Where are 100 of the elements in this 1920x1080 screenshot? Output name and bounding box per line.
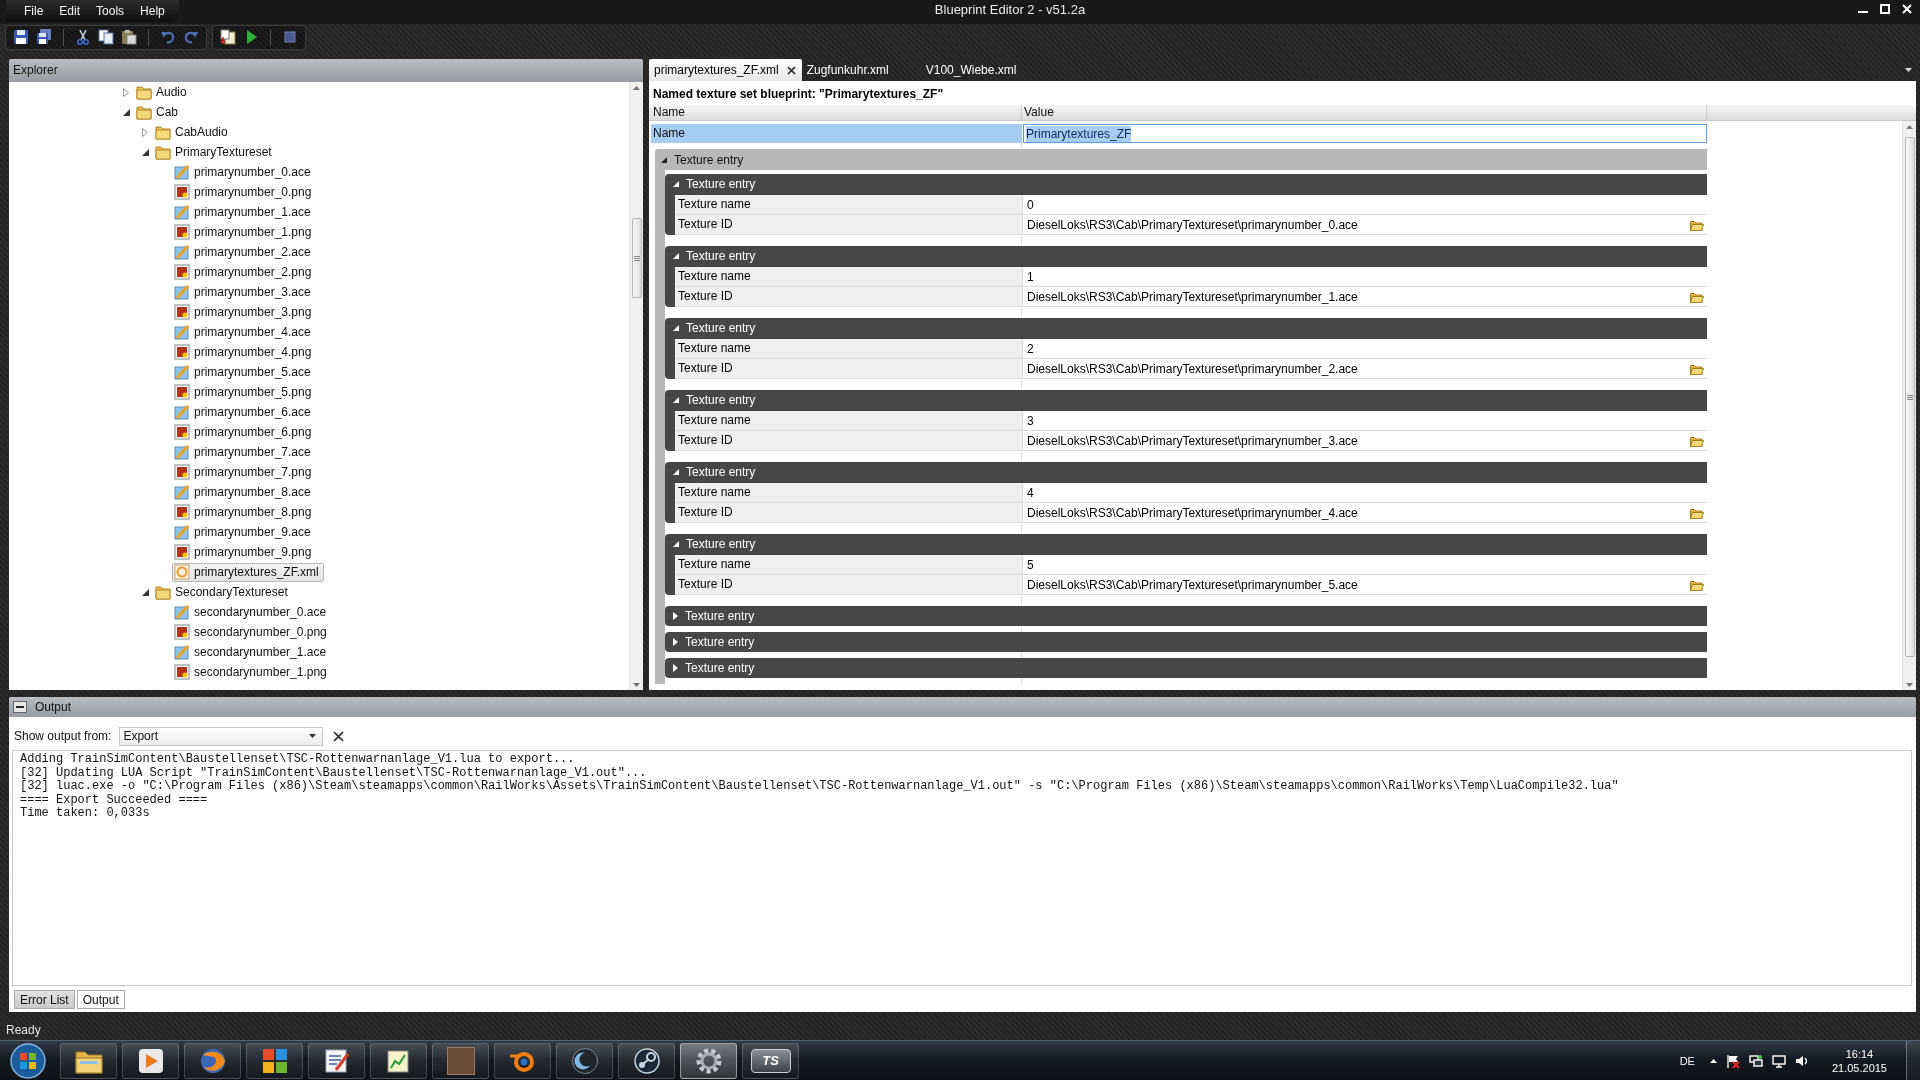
taskbar-app[interactable]: [122, 1042, 179, 1079]
tree-item[interactable]: primarynumber_5.ace: [172, 362, 316, 382]
tree-item[interactable]: secondarynumber_1.png: [172, 662, 332, 682]
tree-item[interactable]: primarynumber_3.ace: [172, 282, 316, 302]
taskbar-app[interactable]: [308, 1042, 365, 1079]
tree-item[interactable]: primarynumber_9.ace: [172, 522, 316, 542]
scroll-up-icon[interactable]: [633, 86, 640, 90]
taskbar-app[interactable]: TS: [742, 1042, 799, 1079]
folder-open-icon[interactable]: [1690, 290, 1704, 303]
copy-icon[interactable]: [98, 29, 114, 45]
tree-item[interactable]: primarytextures_ZF.xml: [172, 562, 324, 582]
tree-item[interactable]: Audio: [134, 82, 192, 102]
folder-open-icon[interactable]: [1690, 506, 1704, 519]
show-desktop-button[interactable]: [1906, 1040, 1920, 1080]
collapsed-arrow-icon[interactable]: [673, 638, 678, 646]
monitor-icon[interactable]: [1771, 1053, 1786, 1068]
clear-icon[interactable]: [333, 730, 345, 742]
network-icon[interactable]: [1748, 1053, 1763, 1068]
taskbar-app[interactable]: [60, 1042, 117, 1079]
tree-item[interactable]: primarynumber_6.png: [172, 422, 317, 442]
expanded-arrow-icon[interactable]: [141, 148, 149, 156]
tree-item[interactable]: CabAudio: [153, 122, 233, 142]
taskbar-app[interactable]: [680, 1042, 737, 1079]
export-document-icon[interactable]: [220, 29, 236, 45]
taskbar-app[interactable]: [494, 1042, 551, 1079]
taskbar-app[interactable]: [370, 1042, 427, 1079]
tree-item[interactable]: primarynumber_2.png: [172, 262, 317, 282]
menu-item[interactable]: File: [16, 0, 52, 22]
menu-item[interactable]: Help: [132, 0, 173, 22]
collapsed-arrow-icon[interactable]: [673, 664, 678, 672]
expanded-arrow-icon[interactable]: [673, 325, 679, 331]
undo-icon[interactable]: [160, 29, 176, 45]
document-tab[interactable]: Zugfunkuhr.xml: [801, 59, 921, 81]
stop-icon[interactable]: [282, 29, 298, 45]
expanded-arrow-icon[interactable]: [673, 253, 679, 259]
menu-item[interactable]: Edit: [51, 0, 89, 22]
document-tab[interactable]: primarytextures_ZF.xml: [649, 59, 802, 81]
maximize-icon[interactable]: [1880, 4, 1890, 14]
column-header[interactable]: Name: [651, 105, 1022, 120]
taskbar-app[interactable]: [618, 1042, 675, 1079]
tree-item[interactable]: primarynumber_6.ace: [172, 402, 316, 422]
tree-item[interactable]: PrimaryTextureset: [153, 142, 277, 162]
expanded-arrow-icon[interactable]: [673, 541, 679, 547]
taskbar-app[interactable]: [556, 1042, 613, 1079]
scissors-icon[interactable]: [75, 29, 91, 45]
minimize-icon[interactable]: [13, 701, 27, 713]
tree-item[interactable]: primarynumber_8.ace: [172, 482, 316, 502]
tree-item[interactable]: primarynumber_1.png: [172, 222, 317, 242]
tree-item[interactable]: primarynumber_7.png: [172, 462, 317, 482]
folder-open-icon[interactable]: [1690, 362, 1704, 375]
scroll-down-icon[interactable]: [633, 683, 640, 687]
tree-item[interactable]: primarynumber_7.ace: [172, 442, 316, 462]
expanded-arrow-icon[interactable]: [673, 397, 679, 403]
speaker-icon[interactable]: [1794, 1053, 1809, 1068]
collapsed-arrow-icon[interactable]: [673, 612, 678, 620]
panel-tab[interactable]: Error List: [14, 990, 75, 1009]
source-dropdown[interactable]: Export: [119, 726, 324, 746]
tree-item[interactable]: primarynumber_3.png: [172, 302, 317, 322]
close-icon[interactable]: [786, 65, 796, 75]
expanded-arrow-icon[interactable]: [673, 469, 679, 475]
save-all-icon[interactable]: [36, 29, 52, 45]
paste-icon[interactable]: [121, 29, 137, 45]
flag-icon[interactable]: [1725, 1053, 1740, 1068]
scrollbar-thumb[interactable]: [631, 218, 642, 298]
clock-date[interactable]: 21.05.2015: [1831, 1060, 1887, 1075]
taskbar-app[interactable]: [246, 1042, 303, 1079]
scroll-up-icon[interactable]: [1906, 125, 1913, 129]
panel-tab[interactable]: Output: [76, 990, 125, 1009]
expanded-arrow-icon[interactable]: [141, 588, 149, 596]
tree-item[interactable]: primarynumber_1.ace: [172, 202, 316, 222]
tree-item[interactable]: secondarynumber_0.ace: [172, 602, 332, 622]
caret-down-icon[interactable]: [1905, 68, 1912, 72]
tree-item[interactable]: primarynumber_5.png: [172, 382, 317, 402]
redo-icon[interactable]: [183, 29, 199, 45]
caret-up-icon[interactable]: [1709, 1058, 1717, 1063]
scrollbar-thumb[interactable]: [1904, 137, 1915, 657]
scroll-down-icon[interactable]: [1906, 683, 1913, 687]
expanded-arrow-icon[interactable]: [122, 108, 130, 116]
tree-item[interactable]: primarynumber_0.png: [172, 182, 317, 202]
tree-item[interactable]: primarynumber_2.ace: [172, 242, 316, 262]
expanded-arrow-icon[interactable]: [661, 156, 667, 163]
tree-item[interactable]: primarynumber_4.ace: [172, 322, 316, 342]
tree-item[interactable]: SecondaryTextureset: [153, 582, 293, 602]
tree-item[interactable]: primarynumber_0.ace: [172, 162, 316, 182]
tree-item[interactable]: secondarynumber_0.png: [172, 622, 332, 642]
tree-item[interactable]: Cab: [134, 102, 183, 122]
clock-time[interactable]: 16:14: [1845, 1046, 1874, 1061]
folder-open-icon[interactable]: [1690, 434, 1704, 447]
document-tab[interactable]: V100_Wiebe.xml: [920, 59, 1049, 81]
tree-item[interactable]: secondarynumber_1.ace: [172, 642, 332, 662]
tree-item[interactable]: primarynumber_9.png: [172, 542, 317, 562]
column-header[interactable]: Value: [1022, 105, 1707, 120]
folder-open-icon[interactable]: [1690, 218, 1704, 231]
tree-item[interactable]: primarynumber_8.png: [172, 502, 317, 522]
tree-item[interactable]: primarynumber_4.png: [172, 342, 317, 362]
menu-item[interactable]: Tools: [88, 0, 133, 22]
save-icon[interactable]: [13, 29, 29, 45]
taskbar-app[interactable]: [184, 1042, 241, 1079]
expanded-arrow-icon[interactable]: [673, 181, 679, 187]
language-indicator[interactable]: DE: [1679, 1054, 1695, 1067]
